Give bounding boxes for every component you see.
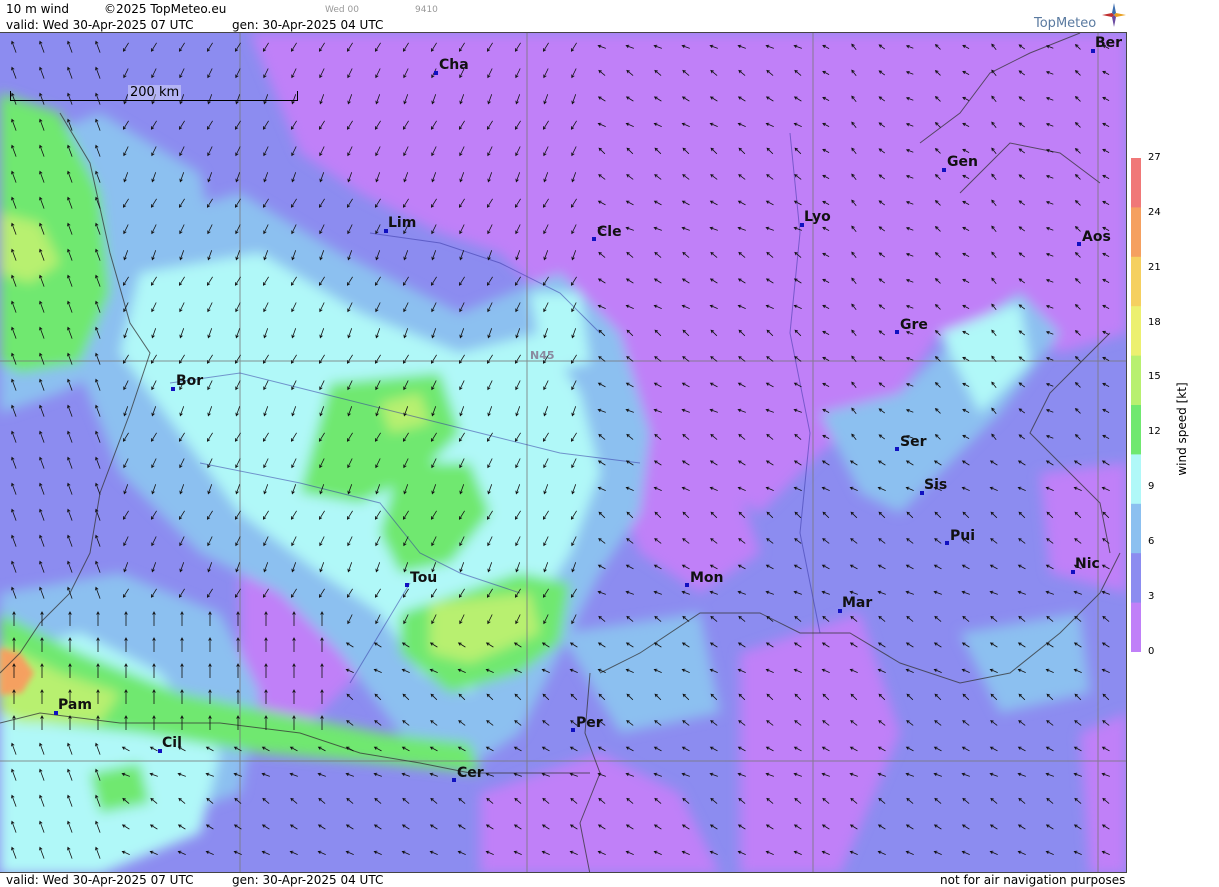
city-label: Ber xyxy=(1095,35,1123,51)
footer-valid-time: valid: Wed 30-Apr-2025 07 UTC xyxy=(6,873,194,887)
city-label: Cha xyxy=(439,57,469,73)
city-label: Cer xyxy=(457,765,484,781)
wind-map[interactable]: 200 km N45 Cha Ber Gen Lim Cle Lyo Aos G… xyxy=(0,32,1127,873)
city-label: Aos xyxy=(1082,229,1111,245)
city-marker xyxy=(171,387,175,391)
legend-tick: 3 xyxy=(1148,591,1155,602)
legend-tick: 21 xyxy=(1148,262,1161,273)
colorbar-segment xyxy=(1131,503,1141,554)
colorbar-segment xyxy=(1131,405,1141,455)
city-marker xyxy=(405,583,409,587)
legend-tick: 6 xyxy=(1148,536,1155,547)
run-code-label: 9410 xyxy=(415,5,438,15)
city-marker xyxy=(685,583,689,587)
city-marker xyxy=(452,778,456,782)
city-label: Bor xyxy=(176,373,204,389)
colorbar-segment xyxy=(1131,207,1141,258)
city-marker xyxy=(1077,242,1081,246)
legend-title: wind speed [kt] xyxy=(1175,382,1189,476)
city-marker xyxy=(945,541,949,545)
colorbar-segment xyxy=(1131,454,1141,505)
compass-star-icon xyxy=(1102,3,1126,27)
colorbar-segment xyxy=(1131,306,1141,357)
footer-disclaimer: not for air navigation purposes xyxy=(940,873,1126,887)
latitude-label: N45 xyxy=(530,349,555,362)
city-label: Pui xyxy=(950,528,976,544)
city-label: Cle xyxy=(597,224,622,240)
colorbar-segment xyxy=(1131,602,1141,652)
city-marker xyxy=(434,71,438,75)
city-label: Lyo xyxy=(804,209,831,225)
city-marker xyxy=(592,237,596,241)
city-label: Per xyxy=(576,715,603,731)
city-marker xyxy=(571,728,575,732)
legend-tick: 27 xyxy=(1148,152,1161,163)
city-label: Gen xyxy=(947,154,978,170)
city-label: Tou xyxy=(410,570,438,586)
valid-time: valid: Wed 30-Apr-2025 07 UTC xyxy=(6,18,194,32)
city-label: Cil xyxy=(162,735,182,751)
colorbar-segment xyxy=(1131,256,1141,307)
city-marker xyxy=(895,330,899,334)
run-day-label: Wed 00 xyxy=(325,5,359,15)
colorbar-segment xyxy=(1131,553,1141,604)
legend-tick: 9 xyxy=(1148,481,1155,492)
brand-logo-text: TopMeteo xyxy=(1034,16,1097,31)
city-label: Mon xyxy=(690,570,724,586)
footer-generated-time: gen: 30-Apr-2025 04 UTC xyxy=(232,873,384,887)
wind-speed-colorbar xyxy=(1131,158,1141,652)
colorbar-segment xyxy=(1131,158,1141,208)
city-label: Sis xyxy=(924,477,948,493)
city-marker xyxy=(895,447,899,451)
legend-tick: 12 xyxy=(1148,426,1161,437)
copyright-text: ©2025 TopMeteo.eu xyxy=(104,2,227,16)
colorbar-segment xyxy=(1131,355,1141,406)
scale-bar-label: 200 km xyxy=(128,85,182,100)
legend-tick: 0 xyxy=(1148,646,1155,657)
city-label: Gre xyxy=(900,317,928,333)
product-title: 10 m wind xyxy=(6,2,69,16)
city-label: Ser xyxy=(900,434,927,450)
city-label: Lim xyxy=(388,215,417,231)
city-marker xyxy=(942,168,946,172)
legend-tick: 15 xyxy=(1148,371,1161,382)
city-label: Nic xyxy=(1075,556,1100,572)
legend-tick: 24 xyxy=(1148,207,1161,218)
legend-tick: 18 xyxy=(1148,317,1161,328)
generated-time: gen: 30-Apr-2025 04 UTC xyxy=(232,18,384,32)
city-label: Mar xyxy=(842,595,873,611)
city-label: Pam xyxy=(58,697,92,713)
